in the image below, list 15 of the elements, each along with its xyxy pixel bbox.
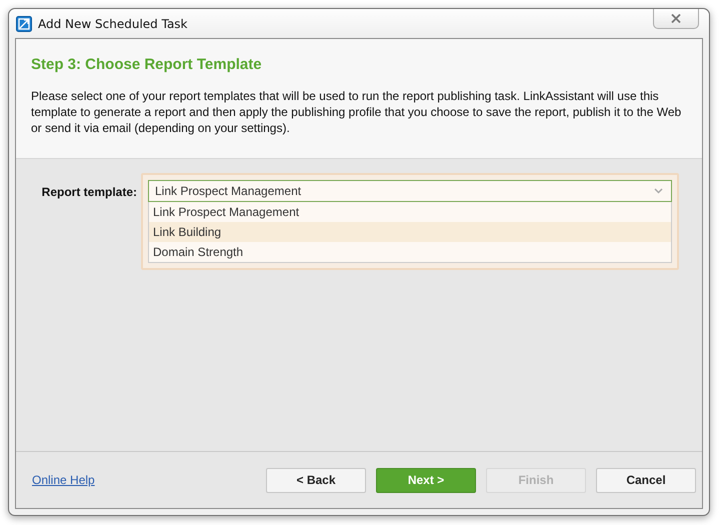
close-icon xyxy=(671,14,681,22)
help-link[interactable]: Online Help xyxy=(32,473,95,487)
field-label: Report template: xyxy=(40,185,137,199)
dialog-button[interactable]: Cancel xyxy=(596,468,696,492)
app-icon xyxy=(16,16,32,32)
chevron-icon xyxy=(654,188,663,194)
step-title: Step 3: Choose Report Template xyxy=(31,56,263,73)
dropdown-option[interactable]: Link Prospect Management xyxy=(149,202,671,222)
close-button[interactable] xyxy=(653,8,699,28)
step-description: Please select one of your report templates that will be used to run the report publishing task. LinkAssistant will use this template to generate a report and then apply the publishing profile that you choose to save the report, publish it to the Web or send it via email (depending on your settings). xyxy=(31,88,682,136)
dialog-button[interactable]: < Back xyxy=(266,468,366,492)
template-dropdown[interactable]: Link Prospect Management xyxy=(148,180,672,202)
dropdown-option[interactable]: Domain Strength xyxy=(149,242,671,262)
window-title: Add New Scheduled Task xyxy=(38,16,188,30)
dropdown-option[interactable]: Link Building xyxy=(149,222,671,242)
